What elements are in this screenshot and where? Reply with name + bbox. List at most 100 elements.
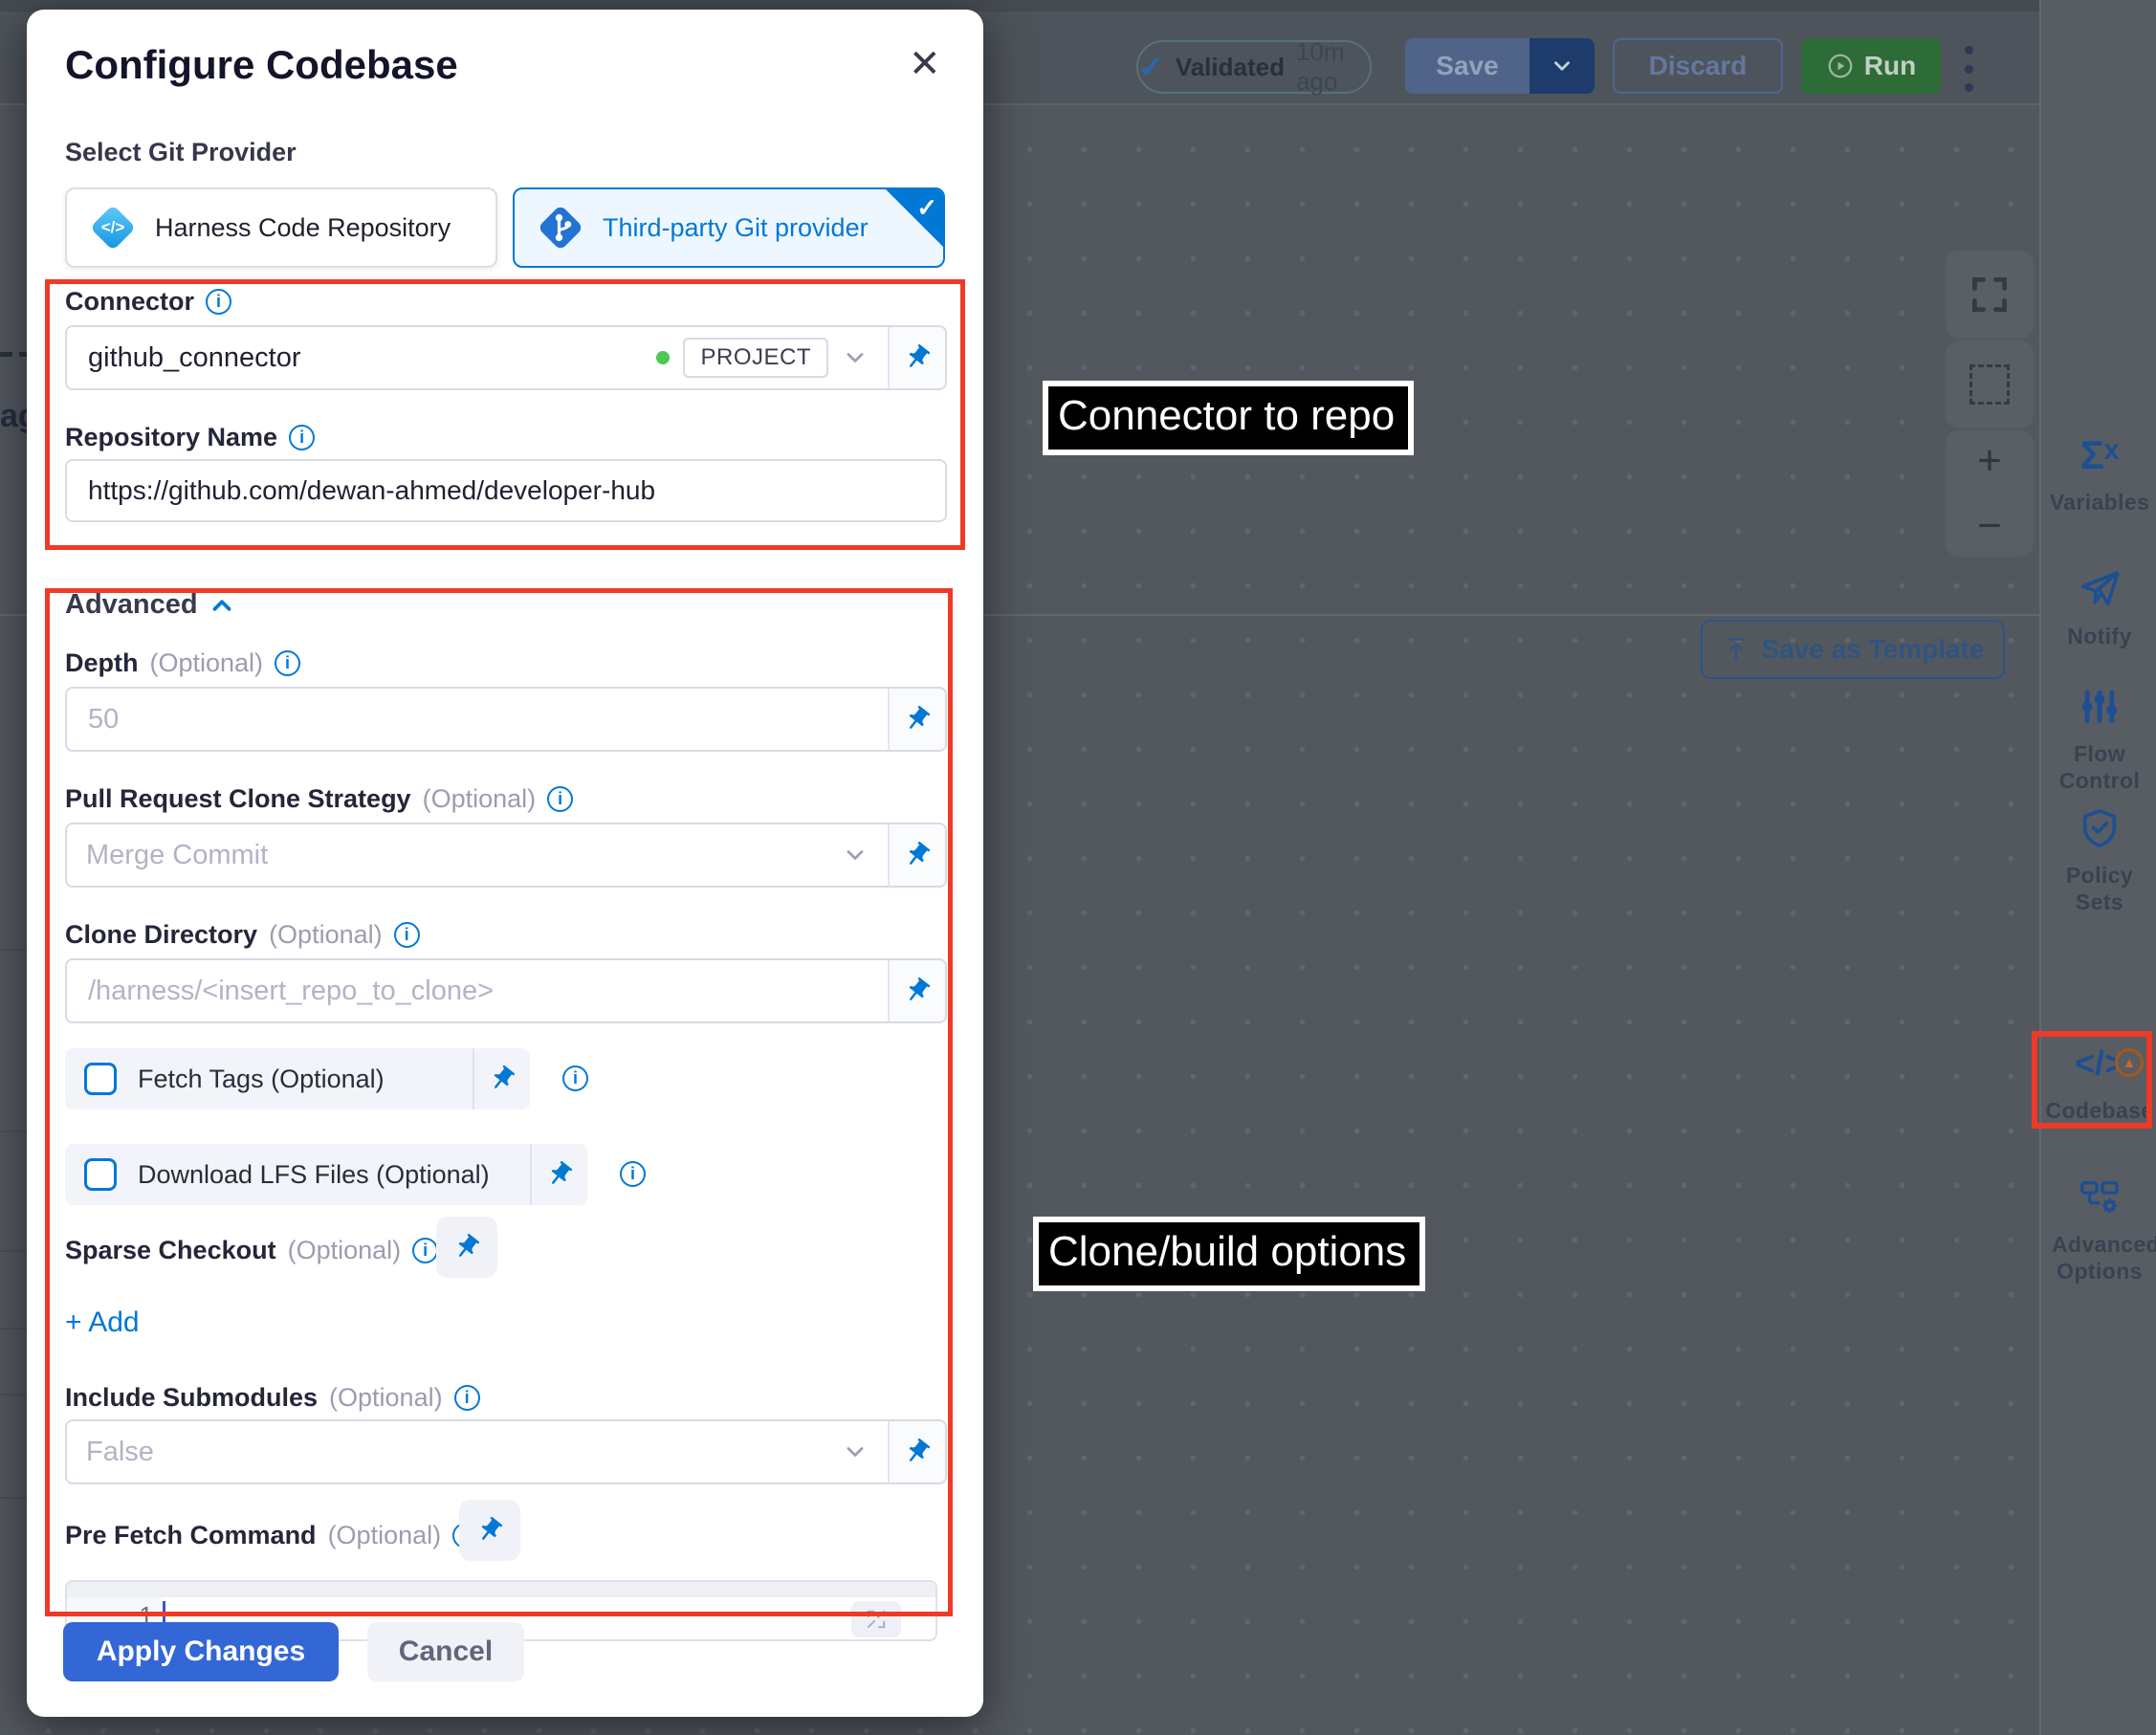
cancel-button[interactable]: Cancel xyxy=(367,1622,524,1681)
git-provider-section-label: Select Git Provider xyxy=(65,138,297,167)
connector-status-dot xyxy=(656,351,670,364)
pr-clone-strategy-label-row: Pull Request Clone Strategy (Optional) xyxy=(65,784,573,814)
pin-icon xyxy=(897,835,937,875)
provider-option-third-party[interactable]: Third-party Git provider ✓ xyxy=(513,187,945,268)
edge-dash xyxy=(0,352,12,357)
sidebar-item-advanced-options[interactable]: Advanced Options xyxy=(2041,1175,2156,1285)
sliders-icon xyxy=(2078,684,2122,730)
info-icon[interactable] xyxy=(620,1161,646,1187)
repository-field xyxy=(65,459,947,522)
marquee-icon xyxy=(1969,364,2010,405)
zoom-controls: + − xyxy=(1946,430,2034,557)
sidebar-item-codebase[interactable]: </> ▲ Codebase xyxy=(2041,1041,2156,1125)
connector-input[interactable] xyxy=(86,341,643,375)
sparse-checkout-pin-button[interactable] xyxy=(436,1217,497,1278)
connector-label-row: Connector xyxy=(65,287,231,317)
clone-directory-input[interactable] xyxy=(86,975,869,1008)
chevron-up-icon xyxy=(208,591,236,620)
save-as-template-button[interactable]: Save as Template xyxy=(1701,620,2005,679)
shield-check-icon xyxy=(2078,805,2122,851)
pin-icon xyxy=(470,1510,510,1550)
edge-line xyxy=(0,1131,27,1132)
fetch-tags-row: Fetch Tags (Optional) xyxy=(65,1048,530,1109)
modal-title: Configure Codebase xyxy=(65,42,458,88)
info-icon[interactable] xyxy=(394,922,420,948)
scope-badge: PROJECT xyxy=(683,338,828,378)
studio-right-sidebar: Σˣ Variables Notify Flow Control Policy … xyxy=(2039,0,2156,1735)
download-lfs-checkbox[interactable] xyxy=(84,1158,117,1191)
connector-label: Connector xyxy=(65,287,194,317)
info-icon[interactable] xyxy=(206,289,231,315)
sidebar-item-label: Notify xyxy=(2067,624,2132,650)
pre-fetch-command-pin-button[interactable] xyxy=(459,1500,520,1561)
fetch-tags-checkbox[interactable] xyxy=(84,1063,117,1095)
sidebar-item-variables[interactable]: Σˣ Variables xyxy=(2041,432,2156,516)
depth-field xyxy=(65,687,947,752)
configure-codebase-modal: Configure Codebase ✕ Select Git Provider… xyxy=(27,10,983,1717)
run-label: Run xyxy=(1864,51,1916,81)
include-submodules-pin-button[interactable] xyxy=(888,1421,945,1482)
depth-pin-button[interactable] xyxy=(888,689,945,750)
download-lfs-pin-button[interactable] xyxy=(530,1144,587,1205)
provider-option-harness[interactable]: </> Harness Code Repository xyxy=(65,187,497,268)
validated-check-icon: ✓ xyxy=(1138,52,1164,82)
editor-expand-button[interactable] xyxy=(851,1601,901,1637)
depth-input[interactable] xyxy=(86,703,869,736)
pin-icon xyxy=(482,1059,522,1099)
repository-name-input[interactable] xyxy=(86,474,926,507)
pr-clone-strategy-select[interactable]: Merge Commit xyxy=(65,823,947,888)
connector-pin-button[interactable] xyxy=(888,327,945,388)
clone-directory-field xyxy=(65,958,947,1023)
save-dropdown-button[interactable] xyxy=(1529,38,1595,94)
apply-changes-button[interactable]: Apply Changes xyxy=(63,1622,339,1681)
sparse-checkout-label: Sparse Checkout xyxy=(65,1236,276,1265)
include-submodules-label: Include Submodules xyxy=(65,1383,318,1413)
sidebar-item-policy-sets[interactable]: Policy Sets xyxy=(2041,805,2156,915)
info-icon[interactable] xyxy=(454,1385,480,1411)
more-options-button[interactable] xyxy=(1963,46,1974,92)
sidebar-item-flow-control[interactable]: Flow Control xyxy=(2041,684,2156,794)
sidebar-item-label: Policy Sets xyxy=(2061,863,2138,915)
sparse-checkout-label-row: Sparse Checkout (Optional) xyxy=(65,1236,438,1265)
variables-sigma-icon: Σˣ xyxy=(2080,432,2120,478)
fetch-tags-pin-button[interactable] xyxy=(473,1048,530,1109)
marquee-select-button[interactable] xyxy=(1946,340,2034,428)
zoom-in-button[interactable]: + xyxy=(1977,440,2002,482)
save-as-template-label: Save as Template xyxy=(1762,634,1985,665)
expand-icon xyxy=(866,1609,887,1630)
git-branch-icon xyxy=(536,203,585,253)
pin-icon xyxy=(897,338,937,378)
pre-fetch-command-label: Pre Fetch Command xyxy=(65,1521,317,1550)
pin-icon xyxy=(447,1227,487,1267)
sidebar-item-notify[interactable]: Notify xyxy=(2041,566,2156,650)
run-button[interactable]: Run xyxy=(1801,38,1941,94)
advanced-section-toggle[interactable]: Advanced xyxy=(65,589,236,621)
repository-label-row: Repository Name xyxy=(65,423,315,452)
flowchart-gear-icon xyxy=(2078,1175,2122,1220)
info-icon[interactable] xyxy=(412,1238,438,1263)
pipeline-studio-screen: ag ✓ Validated 10m ago Save Discard Run … xyxy=(0,0,2156,1735)
info-icon[interactable] xyxy=(275,650,300,676)
save-button[interactable]: Save xyxy=(1405,38,1529,94)
info-icon[interactable] xyxy=(547,786,573,812)
pin-icon xyxy=(897,699,937,739)
fullscreen-icon xyxy=(1969,274,2011,316)
info-icon[interactable] xyxy=(289,425,315,450)
pre-fetch-command-label-row: Pre Fetch Command (Optional) xyxy=(65,1521,478,1550)
chevron-down-icon[interactable] xyxy=(842,344,869,371)
pr-clone-strategy-pin-button[interactable] xyxy=(888,824,945,886)
clone-directory-pin-button[interactable] xyxy=(888,960,945,1021)
editor-top-strip xyxy=(67,1582,935,1597)
close-icon[interactable]: ✕ xyxy=(909,42,941,86)
edge-line xyxy=(0,949,27,951)
sidebar-item-label: Variables xyxy=(2050,490,2150,516)
include-submodules-select[interactable]: False xyxy=(65,1419,947,1484)
fullscreen-button[interactable] xyxy=(1946,251,2034,339)
info-icon[interactable] xyxy=(562,1065,588,1091)
warning-badge-icon: ▲ xyxy=(2115,1048,2144,1077)
zoom-out-button[interactable]: − xyxy=(1977,505,2002,547)
discard-button[interactable]: Discard xyxy=(1613,38,1783,94)
add-sparse-checkout-link[interactable]: + Add xyxy=(65,1307,140,1339)
edge-line xyxy=(0,1328,27,1329)
edge-line xyxy=(0,1250,27,1252)
